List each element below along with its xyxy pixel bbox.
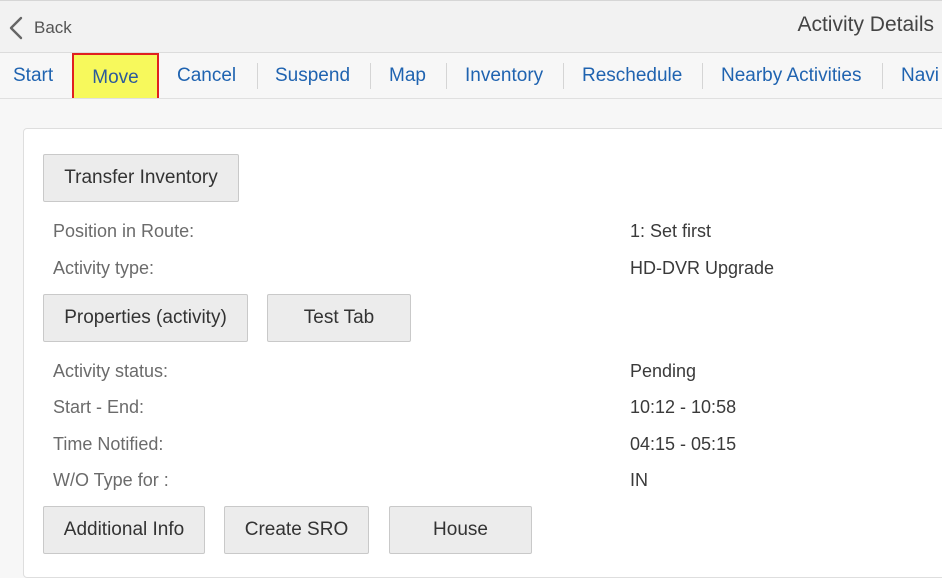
activity-status-value: Pending — [630, 361, 697, 381]
toolbar-separator — [882, 63, 883, 89]
navigate-action[interactable]: Navi — [901, 53, 939, 98]
activity-type-label: Activity type: — [53, 258, 155, 278]
start-action[interactable]: Start — [13, 53, 53, 98]
action-toolbar: Start Move Cancel Suspend Map Inventory … — [0, 53, 942, 99]
additional-info-button[interactable]: Additional Info — [43, 506, 205, 554]
inventory-action[interactable]: Inventory — [465, 53, 543, 98]
test-tab-button[interactable]: Test Tab — [267, 294, 411, 342]
toolbar-separator — [702, 63, 703, 89]
create-sro-button[interactable]: Create SRO — [224, 506, 369, 554]
reschedule-action[interactable]: Reschedule — [582, 53, 682, 98]
activity-type-value: HD-DVR Upgrade — [630, 258, 775, 278]
map-action[interactable]: Map — [389, 53, 426, 98]
toolbar-separator — [563, 63, 564, 89]
page-title: Activity Details — [797, 13, 934, 36]
properties-activity-button[interactable]: Properties (activity) — [43, 294, 248, 342]
start-end-value: 10:12 - 10:58 — [630, 397, 737, 417]
back-button[interactable]: Back — [6, 13, 72, 43]
toolbar-separator — [370, 63, 371, 89]
chevron-left-icon — [6, 14, 26, 42]
back-label: Back — [34, 18, 72, 37]
position-in-route-value: 1: Set first — [630, 221, 712, 241]
time-notified-label: Time Notified: — [53, 434, 164, 454]
nearby-activities-action[interactable]: Nearby Activities — [721, 53, 861, 98]
cancel-action[interactable]: Cancel — [177, 53, 236, 98]
position-in-route-label: Position in Route: — [53, 221, 195, 241]
house-button[interactable]: House — [389, 506, 532, 554]
wo-type-label: W/O Type for : — [53, 470, 169, 490]
move-action[interactable]: Move — [72, 53, 159, 98]
transfer-inventory-button[interactable]: Transfer Inventory — [43, 154, 239, 202]
header-bar: Back Activity Details — [0, 0, 942, 53]
wo-type-value: IN — [630, 470, 648, 490]
toolbar-separator — [257, 63, 258, 89]
activity-status-label: Activity status: — [53, 361, 169, 381]
time-notified-value: 04:15 - 05:15 — [630, 434, 737, 454]
toolbar-separator — [446, 63, 447, 89]
suspend-action[interactable]: Suspend — [275, 53, 350, 98]
start-end-label: Start - End: — [53, 397, 145, 417]
